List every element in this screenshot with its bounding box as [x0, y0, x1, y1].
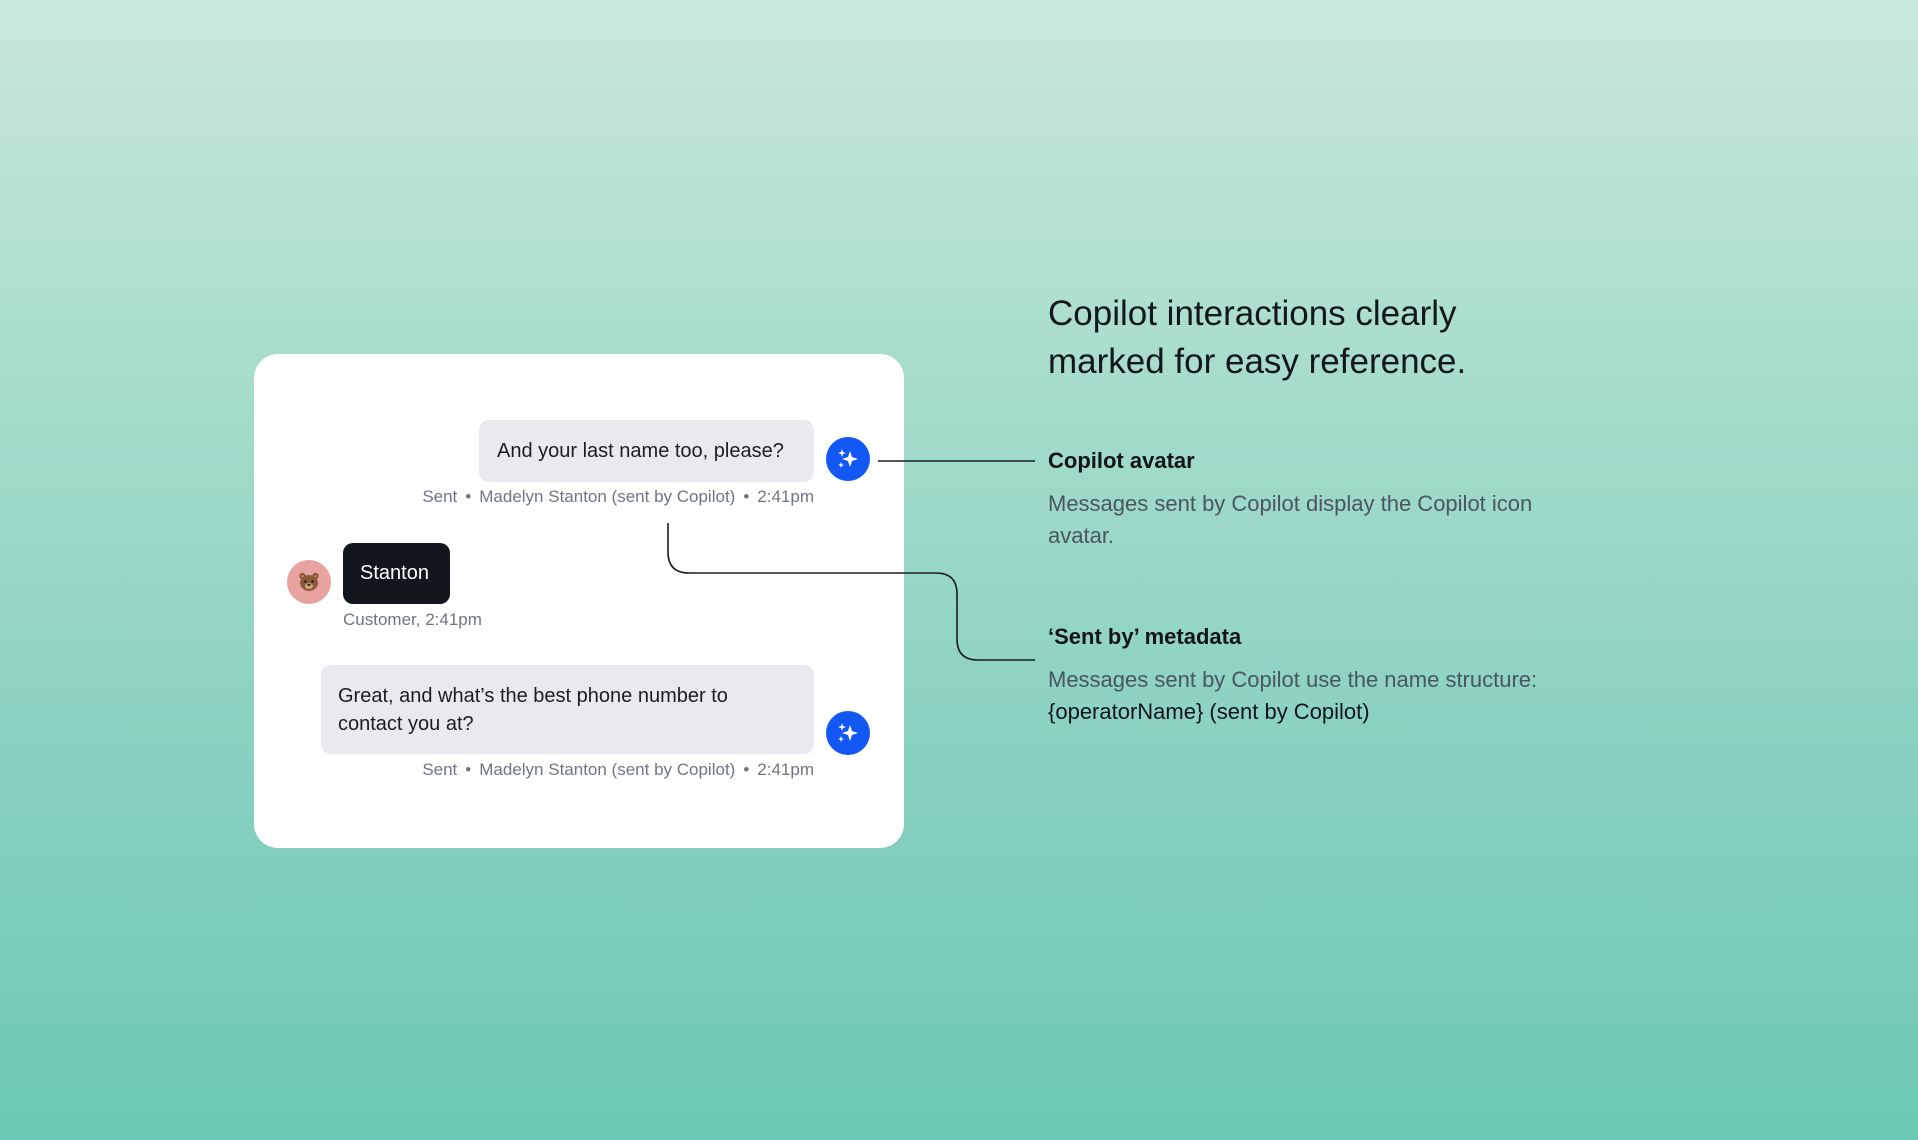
copilot-avatar — [826, 437, 870, 481]
name-structure-code: {operatorName} (sent by Copilot) — [1048, 699, 1370, 724]
message-text: And your last name too, please? — [497, 440, 784, 462]
annotation-description-sent-by-metadata: Messages sent by Copilot use the name st… — [1048, 664, 1588, 728]
message-metadata: Customer, 2:41pm — [343, 610, 482, 630]
annotation-description-copilot-avatar: Messages sent by Copilot display the Cop… — [1048, 491, 1533, 548]
timestamp: 2:41pm — [757, 760, 814, 779]
message-metadata: Sent • Madelyn Stanton (sent by Copilot) • 2… — [422, 487, 814, 507]
message-metadata: Sent • Madelyn Stanton (sent by Copilot) • 2… — [422, 760, 814, 780]
timestamp: 2:41pm — [757, 487, 814, 506]
status-label: Sent — [422, 487, 458, 506]
chat-card: And your last name too, please? Sent • Mad… — [254, 354, 904, 848]
description-text: Messages sent by Copilot use the name st… — [1048, 667, 1538, 692]
headline: Copilot interactions clearly marked for … — [1048, 294, 1467, 381]
separator-dot: • — [465, 760, 472, 779]
status-label: Sent — [422, 760, 458, 779]
sparkles-icon — [838, 449, 858, 468]
customer-meta-text: Customer, 2:41pm — [343, 610, 482, 629]
sender-name: Madelyn Stanton (sent by Copilot) — [479, 760, 736, 779]
separator-dot: • — [465, 487, 472, 506]
message-text: Stanton — [360, 562, 429, 584]
sparkles-icon — [838, 723, 858, 742]
operator-message-bubble: Great, and what’s the best phone number … — [321, 665, 814, 754]
customer-avatar — [287, 560, 331, 604]
bear-icon — [299, 573, 319, 591]
separator-dot: • — [743, 760, 750, 779]
sender-name: Madelyn Stanton (sent by Copilot) — [479, 487, 736, 506]
copilot-avatar — [826, 711, 870, 755]
message-text: Great, and what’s the best phone number … — [338, 685, 728, 735]
annotation-title-sent-by-metadata: ‘Sent by’ metadata — [1048, 624, 1242, 649]
separator-dot: • — [743, 487, 750, 506]
annotation-title-copilot-avatar: Copilot avatar — [1048, 448, 1195, 473]
customer-message-bubble: Stanton — [343, 543, 450, 604]
operator-message-bubble: And your last name too, please? — [479, 420, 814, 482]
